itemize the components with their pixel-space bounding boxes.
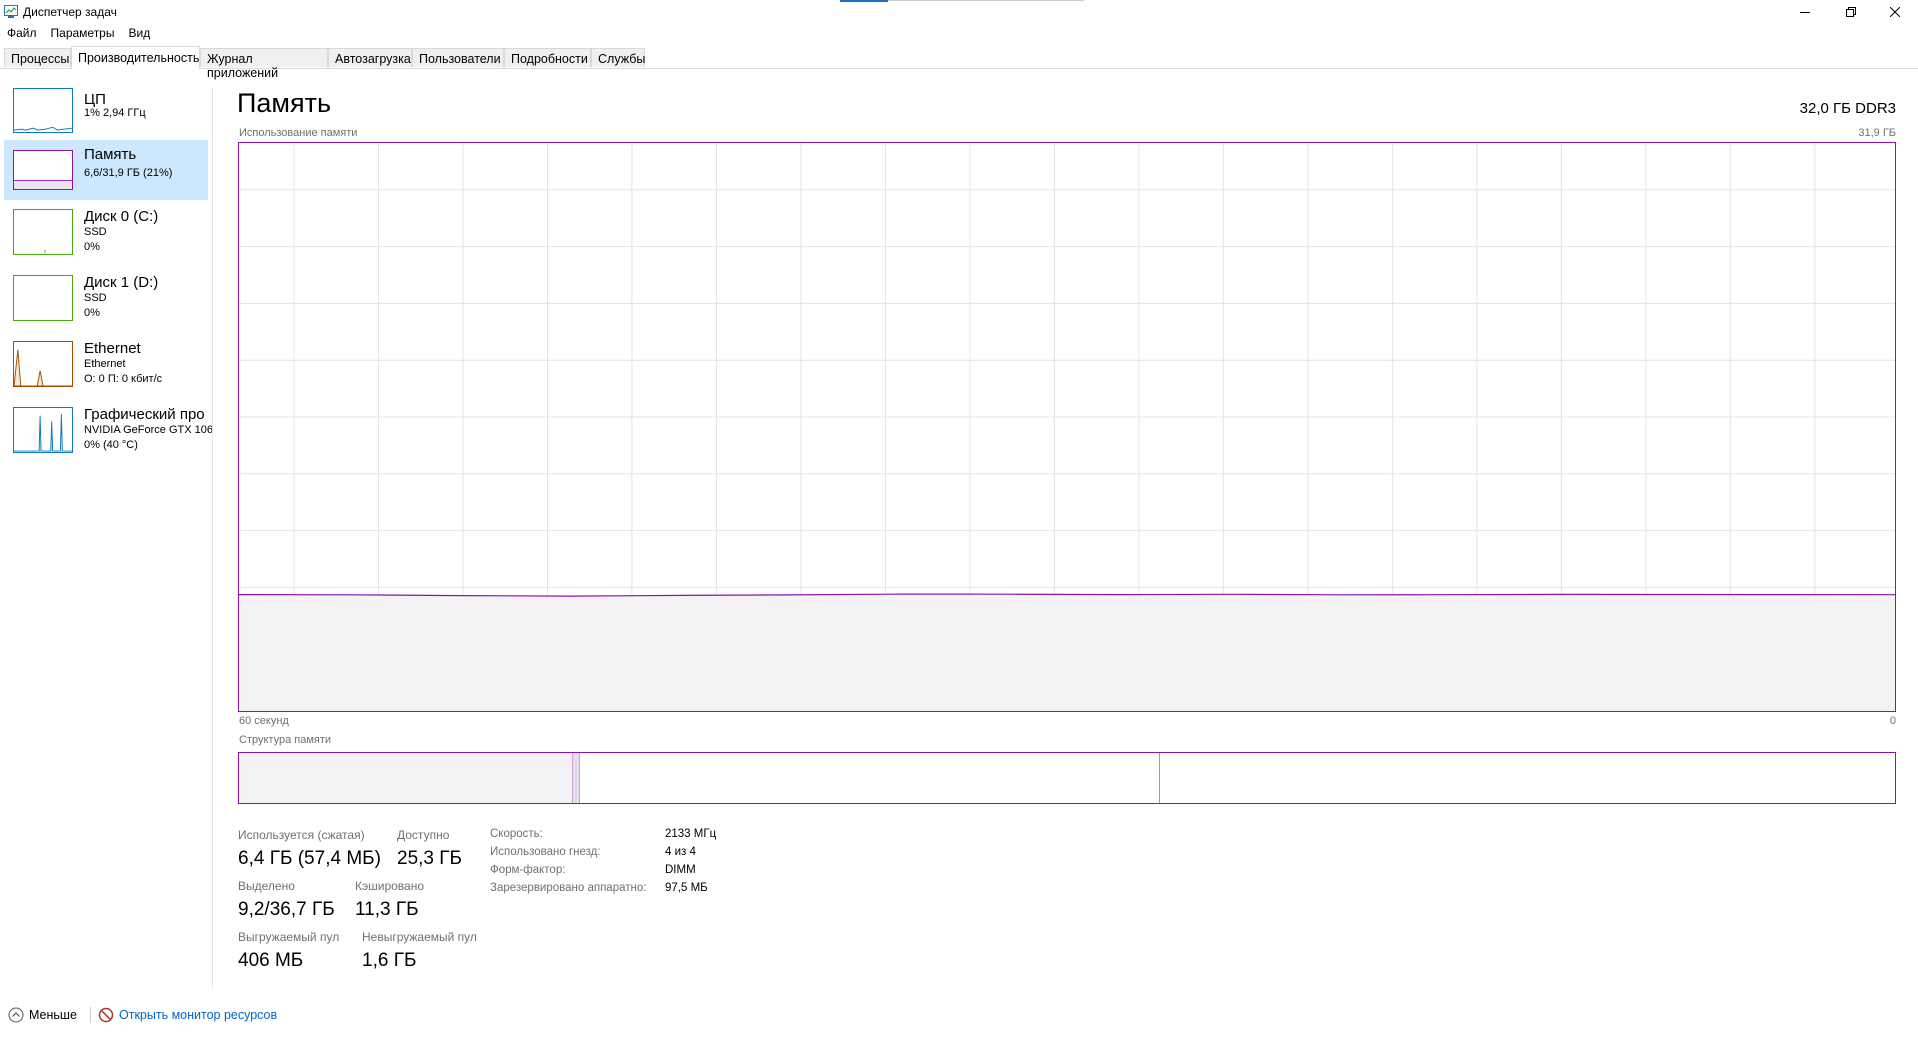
- prop-speed-value: 2133 МГц: [665, 828, 717, 840]
- structure-label: Структура памяти: [239, 734, 332, 746]
- sidebar-item-type: SSD: [84, 292, 107, 304]
- task-manager-icon: [4, 5, 18, 18]
- tab-users[interactable]: Пользователи: [412, 48, 504, 67]
- stat-nonpaged-pool-label: Невыгружаемый пул: [362, 930, 477, 944]
- stat-available-value: 25,3 ГБ: [397, 848, 463, 869]
- gpu-thumbnail: [13, 407, 73, 453]
- resource-monitor-icon: [98, 1007, 114, 1023]
- sidebar-item-title: ЦП: [84, 91, 106, 108]
- time-axis-start: 60 секунд: [239, 715, 289, 727]
- sidebar-item-title: Ethernet: [84, 340, 141, 357]
- memory-structure-bar: [238, 752, 1896, 804]
- page-title: Память: [237, 88, 332, 118]
- footer-divider: [90, 1007, 91, 1023]
- sidebar-item-title: Графический про: [84, 406, 205, 423]
- restore-icon: [1846, 7, 1856, 17]
- tab-performance[interactable]: Производительность: [71, 46, 200, 69]
- fewer-details-label: Меньше: [29, 1008, 77, 1022]
- close-button[interactable]: [1872, 0, 1918, 24]
- sidebar-item-detail: О: 0 П: 0 кбит/с: [84, 373, 163, 385]
- structure-in-use: [239, 753, 572, 803]
- prop-form-factor-label: Форм-фактор:: [490, 864, 566, 876]
- minimize-icon: [1800, 12, 1810, 13]
- stat-cached-value: 11,3 ГБ: [355, 899, 419, 920]
- tab-startup[interactable]: Автозагрузка: [328, 48, 412, 67]
- sidebar-item-title: Диск 1 (D:): [84, 274, 159, 291]
- stat-paged-pool-value: 406 МБ: [238, 950, 304, 971]
- footer: Меньше Открыть монитор ресурсов: [0, 1005, 600, 1027]
- prop-slots-value: 4 из 4: [665, 846, 696, 858]
- restore-button[interactable]: [1828, 0, 1874, 24]
- tab-strip: Процессы Производительность Журнал прило…: [0, 46, 1918, 80]
- sidebar-item-title: Диск 0 (C:): [84, 208, 159, 225]
- prop-speed-label: Скорость:: [490, 828, 543, 840]
- sidebar-item-type: Ethernet: [84, 358, 126, 370]
- tab-details[interactable]: Подробности: [504, 48, 591, 67]
- menu-bar: Файл Параметры Вид: [0, 24, 157, 42]
- memory-thumbnail: [13, 150, 73, 190]
- sidebar-item-detail: 0%: [84, 241, 100, 253]
- sidebar-item-detail: 0% (40 °C): [84, 439, 138, 451]
- time-axis-end: 0: [1889, 715, 1896, 727]
- minimize-button[interactable]: [1782, 0, 1828, 24]
- top-divider: [888, 0, 1084, 1]
- tab-services[interactable]: Службы: [591, 48, 645, 67]
- menu-file[interactable]: Файл: [0, 24, 44, 42]
- open-resource-monitor-label: Открыть монитор ресурсов: [119, 1008, 278, 1022]
- stat-nonpaged-pool-value: 1,6 ГБ: [362, 950, 417, 971]
- sidebar-item-memory[interactable]: Память 6,6/31,9 ГБ (21%): [4, 140, 208, 200]
- disk-1-thumbnail: [13, 275, 73, 321]
- stat-in-use-value: 6,4 ГБ (57,4 МБ): [238, 848, 381, 869]
- memory-usage-graph: [238, 142, 1896, 712]
- close-icon: [1890, 7, 1900, 17]
- sidebar-item-detail: 6,6/31,9 ГБ (21%): [84, 167, 173, 179]
- sidebar-item-disk-1[interactable]: Диск 1 (D:) SSD 0%: [4, 268, 208, 328]
- usage-area: [239, 594, 1895, 711]
- prop-form-factor-value: DIMM: [665, 864, 696, 876]
- sidebar-divider: [212, 88, 213, 988]
- cpu-thumbnail: [13, 88, 73, 133]
- sidebar-item-detail: 0%: [84, 307, 100, 319]
- menu-view[interactable]: Вид: [121, 24, 157, 42]
- top-accent-bar: [840, 0, 888, 2]
- sidebar-item-type: SSD: [84, 226, 107, 238]
- title-bar: Диспетчер задач: [0, 0, 1918, 24]
- structure-free: [1160, 753, 1895, 803]
- stat-available-label: Доступно: [397, 828, 450, 842]
- sidebar-item-cpu[interactable]: ЦП 1% 2,94 ГГц: [4, 85, 208, 145]
- prop-reserved-value: 97,5 МБ: [665, 882, 708, 894]
- usage-graph-max: 31,9 ГБ: [1858, 127, 1896, 139]
- sidebar-item-ethernet[interactable]: Ethernet Ethernet О: 0 П: 0 кбит/с: [4, 334, 208, 394]
- stat-committed-value: 9,2/36,7 ГБ: [238, 899, 335, 920]
- sidebar-item-disk-0[interactable]: Диск 0 (C:) SSD 0%: [4, 202, 208, 262]
- stat-paged-pool-label: Выгружаемый пул: [238, 930, 340, 944]
- stat-committed-label: Выделено: [238, 879, 295, 893]
- sidebar-item-title: Память: [84, 146, 137, 163]
- menu-options[interactable]: Параметры: [44, 24, 122, 42]
- window-title: Диспетчер задач: [23, 5, 117, 19]
- ethernet-thumbnail: [13, 341, 73, 387]
- chevron-up-circle-icon: [8, 1007, 24, 1023]
- sidebar-item-type: NVIDIA GeForce GTX 106: [84, 424, 212, 436]
- prop-reserved-label: Зарезервировано аппаратно:: [490, 882, 647, 894]
- structure-standby: [580, 753, 1160, 803]
- memory-spec: 32,0 ГБ DDR3: [1799, 100, 1896, 117]
- disk-0-thumbnail: [13, 209, 73, 255]
- stat-in-use-label: Используется (сжатая): [238, 828, 365, 842]
- structure-modified: [572, 753, 580, 803]
- prop-slots-label: Использовано гнезд:: [490, 846, 601, 858]
- sidebar-item-detail: 1% 2,94 ГГц: [84, 107, 146, 119]
- sidebar-item-gpu[interactable]: Графический про NVIDIA GeForce GTX 106 0…: [4, 400, 212, 460]
- fewer-details-button[interactable]: Меньше: [8, 1007, 77, 1023]
- tab-processes[interactable]: Процессы: [4, 48, 71, 67]
- usage-graph-label: Использование памяти: [239, 127, 358, 139]
- open-resource-monitor-link[interactable]: Открыть монитор ресурсов: [98, 1007, 277, 1023]
- stat-cached-label: Кэшировано: [355, 879, 425, 893]
- tab-app-history[interactable]: Журнал приложений: [200, 48, 328, 80]
